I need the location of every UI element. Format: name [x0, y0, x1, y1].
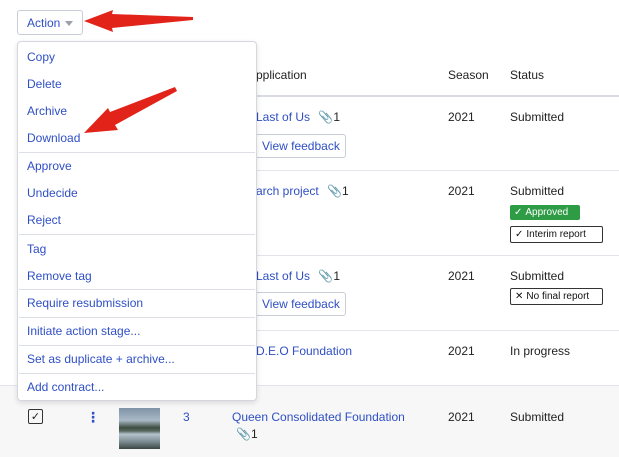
annotation-arrow-icon — [84, 87, 177, 133]
